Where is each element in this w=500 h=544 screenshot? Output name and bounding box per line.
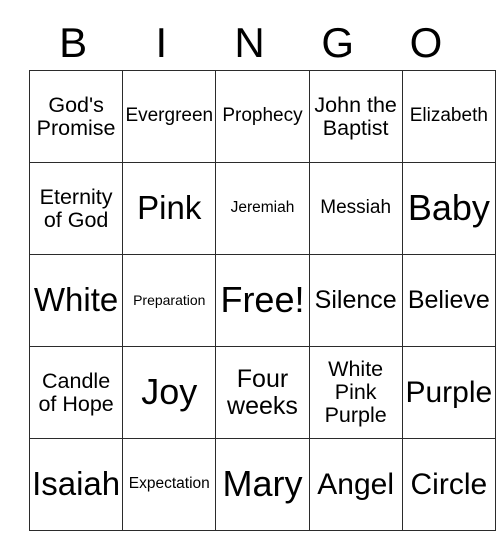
bingo-cell[interactable]: Candle of Hope xyxy=(28,346,124,439)
bingo-cell[interactable]: Isaiah xyxy=(28,438,124,531)
bingo-row: Eternity of God Pink Jeremiah Messiah Ba… xyxy=(28,162,496,255)
bingo-cell-label: Angel xyxy=(317,467,395,501)
bingo-cell[interactable]: Mary xyxy=(215,438,310,531)
bingo-cell-label: Prophecy xyxy=(222,105,303,127)
bingo-cell[interactable]: Purple xyxy=(401,346,496,439)
bingo-cell[interactable]: Preparation xyxy=(122,254,217,347)
bingo-cell-label: Believe xyxy=(407,286,490,315)
bingo-header-letter-o: O xyxy=(409,19,443,66)
bingo-cell[interactable]: Messiah xyxy=(308,162,403,255)
bingo-cell-label: Isaiah xyxy=(32,465,121,503)
bingo-grid: God's Promise Evergreen Prophecy John th… xyxy=(28,70,496,531)
bingo-cell-label: Eternity of God xyxy=(39,184,113,232)
bingo-header-letter-i: I xyxy=(155,19,168,66)
bingo-cell[interactable]: Pink xyxy=(122,162,217,255)
bingo-row: White Preparation Free! Silence Believe xyxy=(28,254,496,347)
bingo-cell-label: Joy xyxy=(141,371,198,413)
bingo-row: Candle of Hope Joy Four weeks White Pink… xyxy=(28,346,496,439)
bingo-cell-label: Circle xyxy=(410,467,488,501)
bingo-cell-label: Silence xyxy=(314,286,397,315)
bingo-row: God's Promise Evergreen Prophecy John th… xyxy=(28,70,496,163)
bingo-cell[interactable]: Prophecy xyxy=(215,70,310,163)
bingo-cell[interactable]: Elizabeth xyxy=(401,70,496,163)
bingo-cell-label: Baby xyxy=(407,187,490,229)
bingo-cell-label: Elizabeth xyxy=(409,105,488,127)
bingo-cell[interactable]: God's Promise xyxy=(28,70,124,163)
bingo-cell[interactable]: John the Baptist xyxy=(308,70,403,163)
bingo-cell[interactable]: White xyxy=(28,254,124,347)
bingo-cell[interactable]: Eternity of God xyxy=(28,162,124,255)
bingo-cell-label: Candle of Hope xyxy=(38,368,114,416)
bingo-cell-label: Mary xyxy=(222,463,303,505)
bingo-cell-label: John the Baptist xyxy=(314,92,397,140)
bingo-cell-label: Pink xyxy=(137,189,202,227)
bingo-cell-label: Purple xyxy=(405,375,493,409)
bingo-cell-label: God's Promise xyxy=(36,92,116,140)
bingo-cell-label: Free! xyxy=(220,279,305,321)
bingo-cell[interactable]: Angel xyxy=(308,438,403,531)
bingo-header-letter-g: G xyxy=(321,19,355,66)
bingo-cell-label: Evergreen xyxy=(125,105,214,127)
bingo-cell[interactable]: Baby xyxy=(401,162,496,255)
bingo-row: Isaiah Expectation Mary Angel Circle xyxy=(28,438,496,531)
bingo-cell-label: Preparation xyxy=(133,292,206,309)
bingo-card: B I N G O God's Promise Evergreen Prophe… xyxy=(0,0,500,544)
bingo-header-letter-n: N xyxy=(234,19,265,66)
bingo-cell-label: Messiah xyxy=(320,197,392,219)
bingo-cell-label: Four weeks xyxy=(227,365,298,420)
bingo-cell[interactable]: Silence xyxy=(308,254,403,347)
bingo-cell[interactable]: Evergreen xyxy=(122,70,217,163)
bingo-cell[interactable]: White Pink Purple xyxy=(308,346,403,439)
bingo-cell[interactable]: Believe xyxy=(401,254,496,347)
bingo-cell-free[interactable]: Free! xyxy=(215,254,310,347)
bingo-cell[interactable]: Expectation xyxy=(122,438,217,531)
bingo-cell[interactable]: Circle xyxy=(401,438,496,531)
bingo-cell-label: White Pink Purple xyxy=(324,357,387,427)
bingo-cell[interactable]: Jeremiah xyxy=(215,162,310,255)
bingo-cell[interactable]: Four weeks xyxy=(215,346,310,439)
bingo-cell-label: White xyxy=(33,281,119,319)
bingo-header-letter-b: B xyxy=(59,19,88,66)
bingo-cell-label: Jeremiah xyxy=(230,199,295,217)
bingo-cell[interactable]: Joy xyxy=(122,346,217,439)
bingo-cell-label: Expectation xyxy=(128,475,210,493)
bingo-header-row: B I N G O xyxy=(29,16,470,70)
